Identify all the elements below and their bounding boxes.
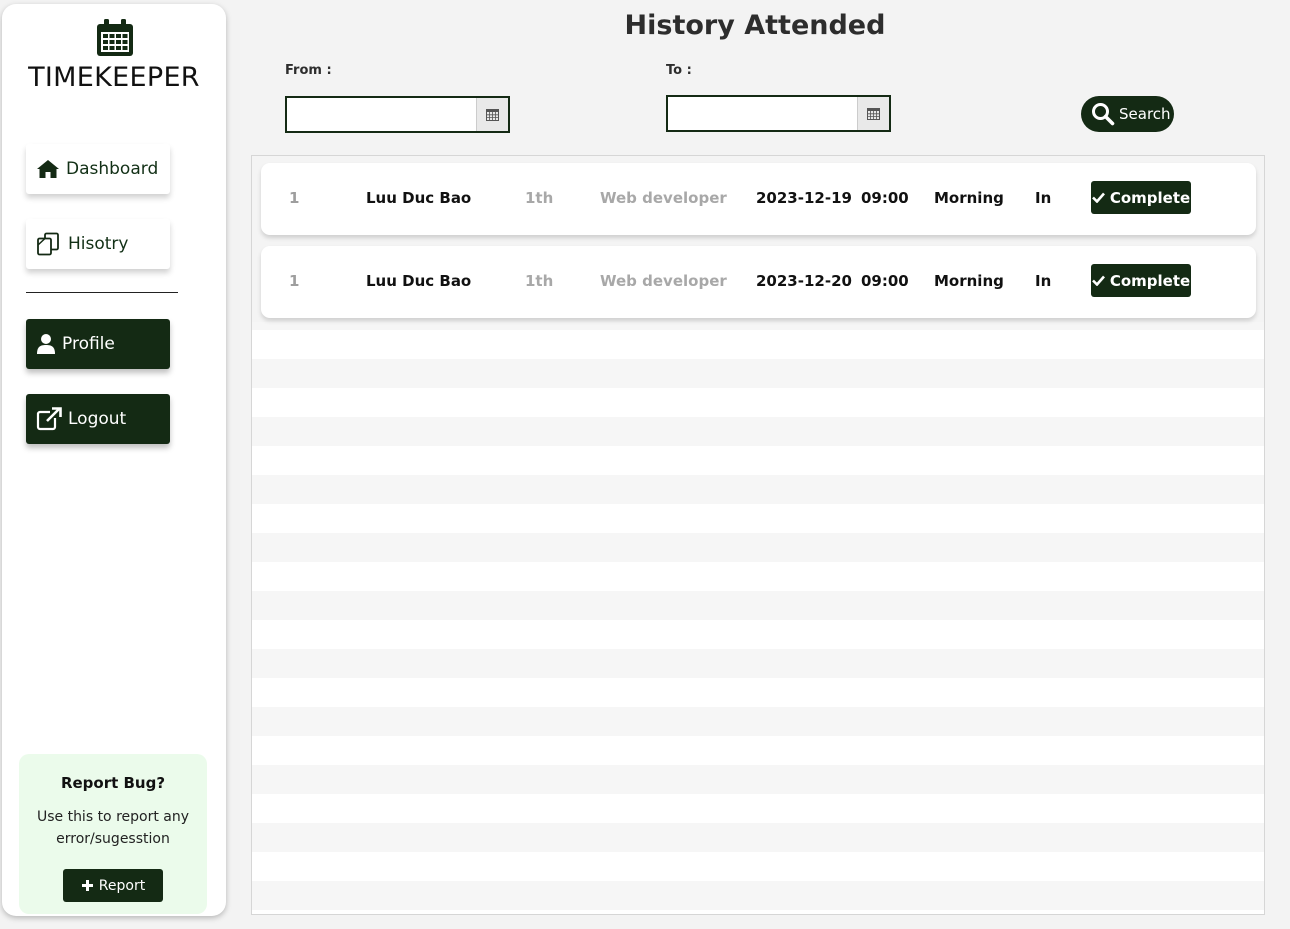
row-name: Luu Duc Bao [366, 189, 472, 207]
to-label: To : [666, 63, 692, 78]
to-calendar-button[interactable] [857, 97, 889, 130]
sidebar: TIMEKEEPER Dashboard Hisotry Profile Log… [2, 4, 226, 916]
search-icon [1092, 103, 1115, 126]
report-description: Use this to report any error/sugesstion [36, 809, 190, 847]
table-row[interactable]: 1 Luu Duc Bao 1th Web developer 2023-12-… [261, 246, 1256, 318]
from-date-field [285, 96, 510, 133]
from-date-input[interactable] [287, 98, 476, 131]
copy-icon [37, 232, 59, 256]
search-button[interactable]: Search [1081, 96, 1174, 132]
row-date: 2023-12-19 [756, 189, 852, 207]
sidebar-item-profile[interactable]: Profile [26, 319, 170, 369]
home-icon [37, 160, 59, 178]
sidebar-item-label: Logout [68, 409, 127, 429]
status-label: Complete [1109, 188, 1191, 207]
search-button-label: Search [1119, 105, 1171, 123]
sidebar-item-logout[interactable]: Logout [26, 394, 170, 444]
to-date-field [666, 95, 891, 132]
row-id: 1 [289, 189, 300, 207]
history-table: 1 Luu Duc Bao 1th Web developer 2023-12-… [251, 155, 1265, 915]
check-icon [1091, 192, 1105, 203]
status-badge[interactable]: Complete [1091, 264, 1191, 297]
status-badge[interactable]: Complete [1091, 181, 1191, 214]
row-time: 09:00 [861, 272, 909, 290]
report-title: Report Bug? [60, 774, 166, 792]
page-title: History Attended [624, 10, 886, 41]
from-calendar-button[interactable] [476, 98, 508, 131]
row-direction: In [1035, 189, 1052, 207]
sidebar-item-label: Dashboard [66, 159, 159, 179]
row-shift: Morning [934, 189, 1004, 207]
row-role: Web developer [600, 189, 727, 207]
calendar-grid-icon [867, 107, 880, 120]
row-session: 1th [525, 189, 554, 207]
row-id: 1 [289, 272, 300, 290]
report-button[interactable]: Report [63, 869, 163, 902]
sidebar-item-label: Profile [62, 334, 115, 354]
report-bug-card: Report Bug? Use this to report any error… [19, 754, 207, 914]
plus-icon [81, 880, 93, 891]
user-icon [37, 334, 55, 354]
sidebar-item-dashboard[interactable]: Dashboard [26, 144, 170, 194]
from-label: From : [285, 63, 332, 78]
calendar-grid-icon [486, 108, 499, 121]
sidebar-item-label: Hisotry [68, 234, 129, 254]
row-shift: Morning [934, 272, 1004, 290]
row-role: Web developer [600, 272, 727, 290]
sidebar-item-history[interactable]: Hisotry [26, 219, 170, 269]
status-label: Complete [1109, 271, 1191, 290]
row-direction: In [1035, 272, 1052, 290]
row-time: 09:00 [861, 189, 909, 207]
calendar-icon [97, 19, 133, 56]
row-session: 1th [525, 272, 554, 290]
row-name: Luu Duc Bao [366, 272, 472, 290]
row-date: 2023-12-20 [756, 272, 852, 290]
check-icon [1091, 275, 1105, 286]
external-link-icon [36, 407, 62, 431]
app-brand: TIMEKEEPER [28, 62, 200, 93]
to-date-input[interactable] [668, 97, 857, 130]
sidebar-divider [26, 292, 178, 293]
report-button-label: Report [98, 877, 146, 894]
table-row[interactable]: 1 Luu Duc Bao 1th Web developer 2023-12-… [261, 163, 1256, 235]
